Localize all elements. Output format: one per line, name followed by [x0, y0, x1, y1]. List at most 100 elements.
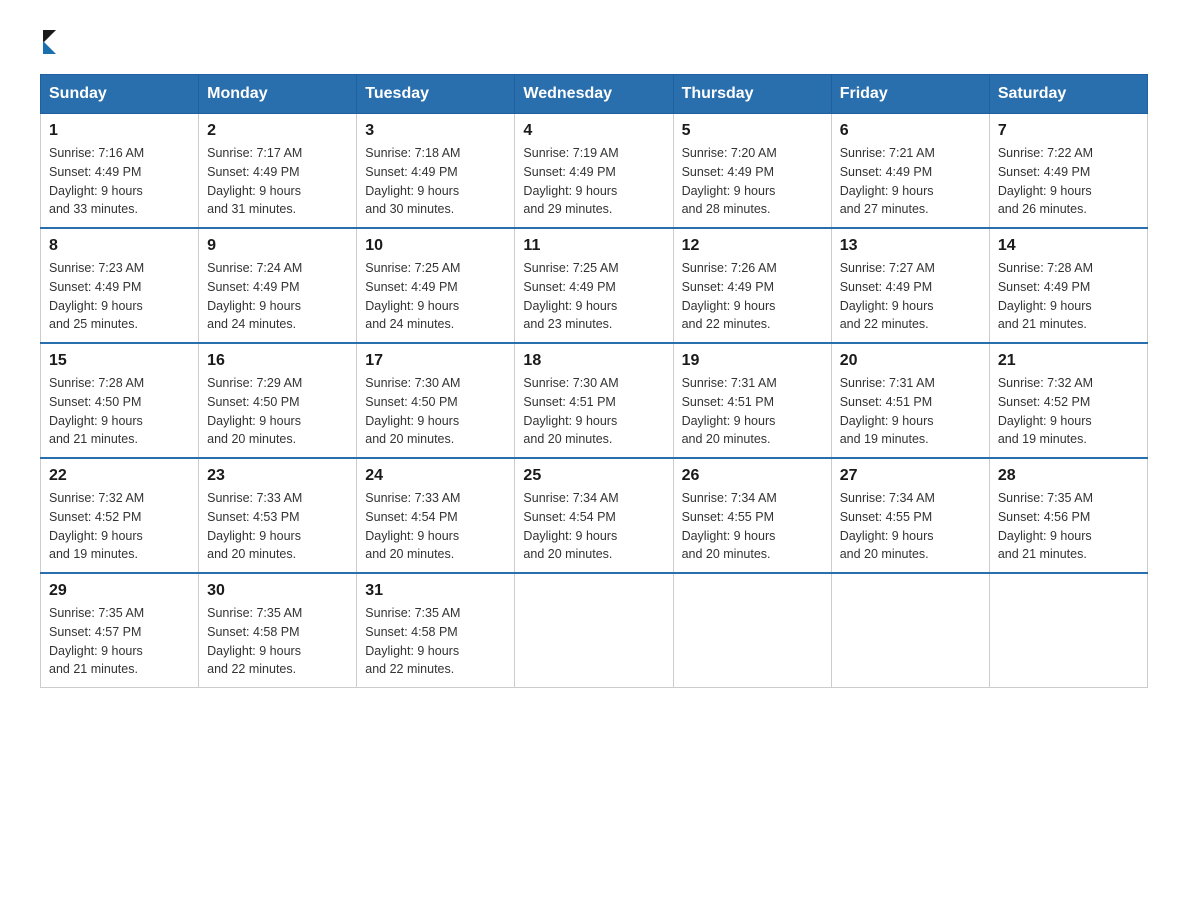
day-info: Sunrise: 7:20 AMSunset: 4:49 PMDaylight:… [682, 144, 823, 219]
calendar-day-cell: 11 Sunrise: 7:25 AMSunset: 4:49 PMDaylig… [515, 228, 673, 343]
calendar-day-cell: 4 Sunrise: 7:19 AMSunset: 4:49 PMDayligh… [515, 114, 673, 229]
calendar-day-cell: 6 Sunrise: 7:21 AMSunset: 4:49 PMDayligh… [831, 114, 989, 229]
day-info: Sunrise: 7:33 AMSunset: 4:54 PMDaylight:… [365, 489, 506, 564]
day-info: Sunrise: 7:21 AMSunset: 4:49 PMDaylight:… [840, 144, 981, 219]
day-number: 30 [207, 582, 348, 600]
day-number: 3 [365, 122, 506, 140]
day-number: 10 [365, 237, 506, 255]
day-number: 24 [365, 467, 506, 485]
calendar-day-cell: 18 Sunrise: 7:30 AMSunset: 4:51 PMDaylig… [515, 343, 673, 458]
day-number: 25 [523, 467, 664, 485]
calendar-day-cell: 20 Sunrise: 7:31 AMSunset: 4:51 PMDaylig… [831, 343, 989, 458]
calendar-day-cell [673, 573, 831, 688]
calendar-week-row: 1 Sunrise: 7:16 AMSunset: 4:49 PMDayligh… [41, 114, 1148, 229]
day-info: Sunrise: 7:25 AMSunset: 4:49 PMDaylight:… [365, 259, 506, 334]
day-number: 5 [682, 122, 823, 140]
day-info: Sunrise: 7:18 AMSunset: 4:49 PMDaylight:… [365, 144, 506, 219]
calendar-day-cell: 1 Sunrise: 7:16 AMSunset: 4:49 PMDayligh… [41, 114, 199, 229]
day-number: 18 [523, 352, 664, 370]
day-number: 2 [207, 122, 348, 140]
day-number: 8 [49, 237, 190, 255]
day-number: 6 [840, 122, 981, 140]
day-number: 31 [365, 582, 506, 600]
day-number: 11 [523, 237, 664, 255]
day-info: Sunrise: 7:35 AMSunset: 4:57 PMDaylight:… [49, 604, 190, 679]
day-of-week-header: Monday [199, 75, 357, 114]
calendar-day-cell: 9 Sunrise: 7:24 AMSunset: 4:49 PMDayligh… [199, 228, 357, 343]
calendar-day-cell: 28 Sunrise: 7:35 AMSunset: 4:56 PMDaylig… [989, 458, 1147, 573]
day-info: Sunrise: 7:29 AMSunset: 4:50 PMDaylight:… [207, 374, 348, 449]
day-info: Sunrise: 7:31 AMSunset: 4:51 PMDaylight:… [840, 374, 981, 449]
day-of-week-header: Friday [831, 75, 989, 114]
calendar-day-cell: 2 Sunrise: 7:17 AMSunset: 4:49 PMDayligh… [199, 114, 357, 229]
day-info: Sunrise: 7:35 AMSunset: 4:56 PMDaylight:… [998, 489, 1139, 564]
calendar-day-cell: 22 Sunrise: 7:32 AMSunset: 4:52 PMDaylig… [41, 458, 199, 573]
day-info: Sunrise: 7:24 AMSunset: 4:49 PMDaylight:… [207, 259, 348, 334]
day-number: 19 [682, 352, 823, 370]
calendar-week-row: 15 Sunrise: 7:28 AMSunset: 4:50 PMDaylig… [41, 343, 1148, 458]
day-of-week-header: Tuesday [357, 75, 515, 114]
day-number: 7 [998, 122, 1139, 140]
calendar-week-row: 29 Sunrise: 7:35 AMSunset: 4:57 PMDaylig… [41, 573, 1148, 688]
day-of-week-header: Sunday [41, 75, 199, 114]
day-number: 29 [49, 582, 190, 600]
day-info: Sunrise: 7:19 AMSunset: 4:49 PMDaylight:… [523, 144, 664, 219]
day-info: Sunrise: 7:34 AMSunset: 4:55 PMDaylight:… [840, 489, 981, 564]
day-number: 23 [207, 467, 348, 485]
day-info: Sunrise: 7:34 AMSunset: 4:55 PMDaylight:… [682, 489, 823, 564]
calendar-week-row: 8 Sunrise: 7:23 AMSunset: 4:49 PMDayligh… [41, 228, 1148, 343]
day-number: 27 [840, 467, 981, 485]
page-header [40, 30, 1148, 54]
calendar-day-cell: 8 Sunrise: 7:23 AMSunset: 4:49 PMDayligh… [41, 228, 199, 343]
calendar-day-cell: 16 Sunrise: 7:29 AMSunset: 4:50 PMDaylig… [199, 343, 357, 458]
calendar-day-cell: 12 Sunrise: 7:26 AMSunset: 4:49 PMDaylig… [673, 228, 831, 343]
calendar-day-cell: 13 Sunrise: 7:27 AMSunset: 4:49 PMDaylig… [831, 228, 989, 343]
calendar-day-cell: 29 Sunrise: 7:35 AMSunset: 4:57 PMDaylig… [41, 573, 199, 688]
day-number: 14 [998, 237, 1139, 255]
calendar-day-cell [831, 573, 989, 688]
day-number: 22 [49, 467, 190, 485]
calendar-day-cell: 26 Sunrise: 7:34 AMSunset: 4:55 PMDaylig… [673, 458, 831, 573]
day-info: Sunrise: 7:27 AMSunset: 4:49 PMDaylight:… [840, 259, 981, 334]
day-number: 15 [49, 352, 190, 370]
day-info: Sunrise: 7:35 AMSunset: 4:58 PMDaylight:… [207, 604, 348, 679]
day-info: Sunrise: 7:30 AMSunset: 4:50 PMDaylight:… [365, 374, 506, 449]
day-info: Sunrise: 7:34 AMSunset: 4:54 PMDaylight:… [523, 489, 664, 564]
day-info: Sunrise: 7:32 AMSunset: 4:52 PMDaylight:… [998, 374, 1139, 449]
calendar-day-cell: 15 Sunrise: 7:28 AMSunset: 4:50 PMDaylig… [41, 343, 199, 458]
day-info: Sunrise: 7:30 AMSunset: 4:51 PMDaylight:… [523, 374, 664, 449]
day-number: 28 [998, 467, 1139, 485]
day-info: Sunrise: 7:28 AMSunset: 4:50 PMDaylight:… [49, 374, 190, 449]
calendar-header-row: SundayMondayTuesdayWednesdayThursdayFrid… [41, 75, 1148, 114]
day-number: 9 [207, 237, 348, 255]
day-number: 13 [840, 237, 981, 255]
day-info: Sunrise: 7:31 AMSunset: 4:51 PMDaylight:… [682, 374, 823, 449]
day-info: Sunrise: 7:22 AMSunset: 4:49 PMDaylight:… [998, 144, 1139, 219]
calendar-day-cell: 27 Sunrise: 7:34 AMSunset: 4:55 PMDaylig… [831, 458, 989, 573]
calendar-day-cell: 10 Sunrise: 7:25 AMSunset: 4:49 PMDaylig… [357, 228, 515, 343]
day-number: 21 [998, 352, 1139, 370]
day-number: 1 [49, 122, 190, 140]
calendar-day-cell: 23 Sunrise: 7:33 AMSunset: 4:53 PMDaylig… [199, 458, 357, 573]
day-number: 26 [682, 467, 823, 485]
calendar-day-cell: 5 Sunrise: 7:20 AMSunset: 4:49 PMDayligh… [673, 114, 831, 229]
calendar-day-cell [989, 573, 1147, 688]
calendar-day-cell: 25 Sunrise: 7:34 AMSunset: 4:54 PMDaylig… [515, 458, 673, 573]
calendar-day-cell: 3 Sunrise: 7:18 AMSunset: 4:49 PMDayligh… [357, 114, 515, 229]
day-info: Sunrise: 7:17 AMSunset: 4:49 PMDaylight:… [207, 144, 348, 219]
calendar-day-cell: 19 Sunrise: 7:31 AMSunset: 4:51 PMDaylig… [673, 343, 831, 458]
day-number: 20 [840, 352, 981, 370]
day-info: Sunrise: 7:23 AMSunset: 4:49 PMDaylight:… [49, 259, 190, 334]
day-number: 16 [207, 352, 348, 370]
day-of-week-header: Saturday [989, 75, 1147, 114]
day-number: 17 [365, 352, 506, 370]
day-number: 4 [523, 122, 664, 140]
calendar-day-cell: 7 Sunrise: 7:22 AMSunset: 4:49 PMDayligh… [989, 114, 1147, 229]
calendar-table: SundayMondayTuesdayWednesdayThursdayFrid… [40, 74, 1148, 688]
day-info: Sunrise: 7:33 AMSunset: 4:53 PMDaylight:… [207, 489, 348, 564]
calendar-day-cell: 21 Sunrise: 7:32 AMSunset: 4:52 PMDaylig… [989, 343, 1147, 458]
day-info: Sunrise: 7:32 AMSunset: 4:52 PMDaylight:… [49, 489, 190, 564]
day-info: Sunrise: 7:28 AMSunset: 4:49 PMDaylight:… [998, 259, 1139, 334]
logo [40, 30, 56, 54]
calendar-week-row: 22 Sunrise: 7:32 AMSunset: 4:52 PMDaylig… [41, 458, 1148, 573]
